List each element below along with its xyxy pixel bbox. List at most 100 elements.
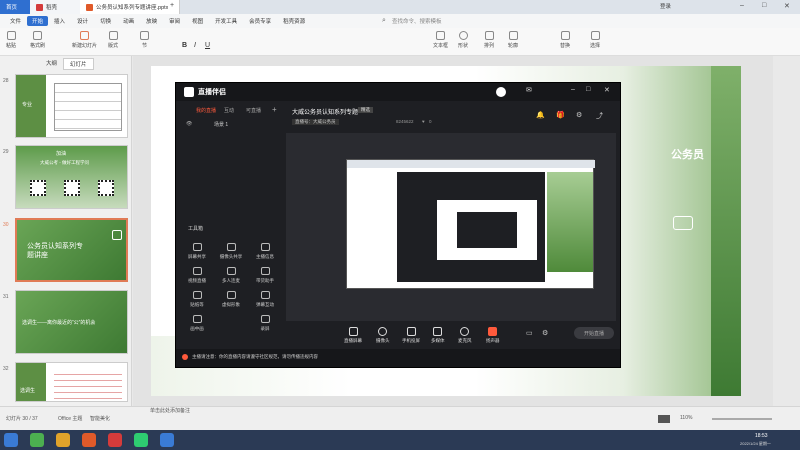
format-painter-label: 格式刷	[30, 43, 46, 49]
source-phone[interactable]: 手机投屏	[402, 327, 420, 344]
menu-home[interactable]: 开始	[27, 16, 49, 26]
menu-file[interactable]: 文件	[4, 17, 27, 25]
minimize-icon[interactable]: –	[740, 2, 744, 9]
tab-slides[interactable]: 幻灯片	[63, 58, 94, 70]
start-icon[interactable]	[4, 433, 18, 447]
tab-home[interactable]: 首页	[0, 0, 30, 14]
menu-view[interactable]: 视图	[186, 17, 209, 25]
menu-resources[interactable]: 稻壳资源	[277, 17, 311, 25]
layout-icon[interactable]: ▭	[526, 329, 533, 337]
info-icon	[260, 243, 270, 251]
browser-icon[interactable]	[30, 433, 44, 447]
command-search-input[interactable]: 查找命令、搜索模板	[392, 17, 442, 25]
slide-thumb-30[interactable]: 公务员认知系列专题讲座	[15, 218, 128, 282]
wechat-icon[interactable]	[134, 433, 148, 447]
new-slide-button[interactable]: 新建幻灯片	[72, 31, 97, 49]
slide-thumb-29[interactable]: 加油 大威公考 - 做好工程学问	[15, 145, 128, 209]
zoom-slider[interactable]	[712, 418, 772, 420]
outline-button[interactable]: 轮廓	[508, 31, 518, 49]
close-icon[interactable]: ✕	[784, 2, 790, 10]
section-icon	[140, 31, 149, 40]
tab-document[interactable]: 公务员认知系列专题讲座.pptx	[80, 0, 180, 14]
text-box-button[interactable]: 文本框	[433, 31, 448, 49]
menu-review[interactable]: 审阅	[163, 17, 186, 25]
live-companion-window[interactable]: 直播伴侣 ✉ – □ ✕ 我的直播 互动 可直播 + 👁 场景 1 工具箱 屏幕…	[175, 82, 621, 368]
tool-host-info[interactable]: 主播信息	[250, 243, 280, 260]
zoom-level[interactable]: 110%	[680, 415, 692, 421]
shape-button[interactable]: 形状	[458, 31, 468, 49]
bold-button[interactable]: B	[182, 42, 187, 49]
settings-icon[interactable]: ⚙	[576, 111, 582, 119]
docer-icon	[36, 3, 43, 11]
tab-outline[interactable]: 大纲	[40, 58, 63, 70]
gift-icon[interactable]: 🎁	[556, 111, 565, 119]
tool-screen-share[interactable]: 屏幕共享	[182, 243, 212, 260]
tool-sales-assistant[interactable]: 带货助手	[250, 267, 280, 284]
slide-thumb-28[interactable]: 专业	[15, 74, 128, 138]
tool-danmaku[interactable]: 弹幕互动	[250, 291, 280, 308]
add-scene-icon[interactable]: +	[272, 105, 277, 114]
settings-icon[interactable]: ⚙	[542, 329, 548, 337]
menu-member[interactable]: 会员专享	[243, 17, 277, 25]
menu-insert[interactable]: 插入	[48, 17, 71, 25]
notes-placeholder[interactable]: 单击此处添加备注	[150, 407, 190, 414]
menu-animation[interactable]: 动画	[117, 17, 140, 25]
source-camera[interactable]: 摄像头	[376, 327, 390, 344]
tool-stickers[interactable]: 贴纸等	[182, 291, 212, 308]
eye-icon[interactable]: 👁	[186, 121, 192, 127]
tab-interaction[interactable]: 互动	[224, 107, 234, 114]
outline-label: 轮廓	[508, 43, 519, 49]
captured-screen	[346, 159, 595, 289]
paste-button[interactable]: 粘贴	[6, 31, 16, 49]
tab-docer[interactable]: 稻壳	[30, 0, 80, 14]
explorer-icon[interactable]	[56, 433, 70, 447]
speaker-toggle[interactable]: 扬声器	[486, 327, 500, 344]
format-painter-button[interactable]: 格式刷	[30, 31, 45, 49]
italic-button[interactable]: I	[194, 42, 196, 49]
close-icon[interactable]: ✕	[604, 86, 610, 94]
scene-layer[interactable]: 场景 1	[214, 121, 228, 128]
tool-video-live[interactable]: 视频直播	[182, 267, 212, 284]
source-screen[interactable]: 直播屏幕	[344, 327, 362, 344]
select-button[interactable]: 选择	[590, 31, 600, 49]
source-label: 直播屏幕	[344, 338, 362, 343]
slide-thumb-31[interactable]: 选调生——离你最近的“公”的机会	[15, 290, 128, 354]
captured-toolbar	[347, 160, 595, 168]
tab-my-live[interactable]: 我的直播	[196, 107, 216, 114]
tool-camera-share[interactable]: 摄像头共享	[216, 243, 246, 260]
minimize-icon[interactable]: –	[571, 86, 575, 93]
slide-thumb-32[interactable]: 选调生	[15, 362, 128, 402]
smart-beautify[interactable]: 智能美化	[90, 415, 110, 422]
menu-transition[interactable]: 切换	[94, 17, 117, 25]
arrange-label: 排列	[484, 43, 495, 49]
wps-icon[interactable]	[82, 433, 96, 447]
live-app-icon[interactable]	[160, 433, 174, 447]
section-button[interactable]: 节	[140, 31, 149, 49]
underline-button[interactable]: U	[205, 42, 210, 49]
replace-button[interactable]: 替换	[560, 31, 570, 49]
tab-available[interactable]: 可直播	[246, 107, 261, 114]
arrange-button[interactable]: 排列	[484, 31, 494, 49]
maximize-icon[interactable]: □	[762, 2, 766, 9]
avatar[interactable]	[496, 87, 506, 97]
share-icon[interactable]: ⤴	[596, 111, 603, 121]
tool-record[interactable]: 录屏	[250, 315, 280, 332]
maximize-icon[interactable]: □	[586, 86, 590, 93]
preview-area[interactable]	[286, 133, 616, 321]
menu-developer[interactable]: 开发工具	[209, 17, 243, 25]
bell-icon[interactable]: 🔔	[536, 111, 545, 119]
mail-icon[interactable]: ✉	[526, 86, 532, 94]
mic-toggle[interactable]: 麦克风	[458, 327, 472, 344]
new-tab-icon[interactable]: +	[170, 2, 174, 9]
layout-button[interactable]: 版式	[108, 31, 118, 49]
tool-multi-mic[interactable]: 多人连麦	[216, 267, 246, 284]
tool-pip[interactable]: 画中画	[182, 315, 212, 332]
docer-icon[interactable]	[108, 433, 122, 447]
menu-design[interactable]: 设计	[71, 17, 94, 25]
present-icon[interactable]	[658, 415, 670, 423]
tool-avatar[interactable]: 虚拟形象	[216, 291, 246, 308]
source-media[interactable]: 多媒体	[431, 327, 445, 344]
menu-slideshow[interactable]: 放映	[140, 17, 163, 25]
account-button[interactable]: 登录	[660, 2, 671, 10]
start-live-button[interactable]: 开始直播	[574, 327, 614, 339]
